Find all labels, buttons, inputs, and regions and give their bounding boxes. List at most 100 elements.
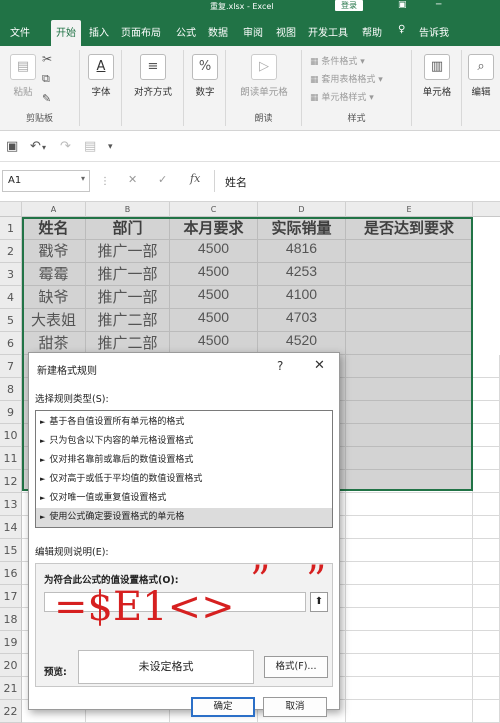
cell-styles-button[interactable]: ▦ 单元格样式 ▾: [310, 90, 374, 103]
table-header-cell[interactable]: 姓名: [22, 217, 86, 240]
grid-cell[interactable]: [346, 424, 473, 447]
table-header-cell[interactable]: 本月要求: [170, 217, 258, 240]
row-header[interactable]: 8: [0, 378, 22, 401]
undo-dropdown-icon[interactable]: ▾: [42, 143, 46, 152]
table-cell[interactable]: 缺爷: [22, 286, 86, 309]
row-header[interactable]: 14: [0, 516, 22, 539]
conditional-format-button[interactable]: ▦ 条件格式 ▾: [310, 54, 365, 67]
grid-cell[interactable]: [346, 493, 473, 516]
minimize-icon[interactable]: ─: [436, 0, 441, 10]
row-header[interactable]: 20: [0, 654, 22, 677]
grid-cell[interactable]: [473, 516, 500, 539]
row-header[interactable]: 5: [0, 309, 22, 332]
grid-cell[interactable]: [473, 700, 500, 723]
tab-developer[interactable]: 开发工具: [308, 24, 348, 39]
column-header[interactable]: B: [86, 202, 170, 217]
row-header[interactable]: 15: [0, 539, 22, 562]
paste-button[interactable]: ▤ 粘贴: [8, 54, 38, 98]
table-cell[interactable]: 4500: [170, 240, 258, 263]
row-header[interactable]: 7: [0, 355, 22, 378]
cancel-entry-icon[interactable]: ✕: [128, 173, 137, 186]
grid-cell[interactable]: [346, 470, 473, 493]
grid-cell[interactable]: [473, 654, 500, 677]
table-cell[interactable]: [346, 263, 473, 286]
table-cell[interactable]: [346, 286, 473, 309]
grid-cell[interactable]: [346, 700, 473, 723]
tab-review[interactable]: 审阅: [243, 24, 263, 39]
row-header[interactable]: 1: [0, 217, 22, 240]
grid-cell[interactable]: [346, 585, 473, 608]
tab-insert[interactable]: 插入: [89, 24, 109, 39]
format-button[interactable]: 格式(F)...: [264, 656, 328, 678]
undo-icon[interactable]: ↶: [30, 139, 41, 154]
row-header[interactable]: 12: [0, 470, 22, 493]
grid-cell[interactable]: [473, 539, 500, 562]
formula-input[interactable]: 姓名: [214, 170, 500, 192]
rule-type-item-selected[interactable]: ► 使用公式确定要设置格式的单元格: [36, 508, 332, 527]
rule-type-item[interactable]: ► 仅对高于或低于平均值的数值设置格式: [36, 470, 332, 489]
read-cells-button[interactable]: ▷ 朗读单元格: [232, 54, 296, 98]
alignment-button[interactable]: ≡ 对齐方式: [128, 54, 178, 98]
row-header[interactable]: 19: [0, 631, 22, 654]
table-cell[interactable]: 推广一部: [86, 286, 170, 309]
grid-cell[interactable]: [473, 562, 500, 585]
grid-cell[interactable]: [473, 470, 500, 493]
grid-cell[interactable]: [346, 677, 473, 700]
grid-cell[interactable]: [473, 401, 500, 424]
row-header[interactable]: 11: [0, 447, 22, 470]
grid-cell[interactable]: [346, 516, 473, 539]
grid-cell[interactable]: [473, 631, 500, 654]
table-cell[interactable]: 推广一部: [86, 240, 170, 263]
table-cell[interactable]: [346, 332, 473, 355]
tab-home[interactable]: 开始: [51, 20, 81, 46]
tab-data[interactable]: 数据: [208, 24, 228, 39]
number-button[interactable]: % 数字: [190, 54, 220, 98]
grid-cell[interactable]: [346, 631, 473, 654]
table-cell[interactable]: 霉霉: [22, 263, 86, 286]
column-header[interactable]: E: [346, 202, 473, 217]
row-header[interactable]: 3: [0, 263, 22, 286]
grid-cell[interactable]: [346, 562, 473, 585]
tab-tell-me[interactable]: 告诉我: [419, 24, 449, 39]
editing-button[interactable]: ⌕ 编辑: [466, 54, 496, 98]
grid-cell[interactable]: [473, 424, 500, 447]
grid-cell[interactable]: [473, 447, 500, 470]
table-cell[interactable]: 4500: [170, 286, 258, 309]
grid-cell[interactable]: [346, 654, 473, 677]
table-header-cell[interactable]: 实际销量: [258, 217, 346, 240]
format-painter-icon[interactable]: ✎: [42, 92, 51, 105]
row-header[interactable]: 9: [0, 401, 22, 424]
row-header[interactable]: 16: [0, 562, 22, 585]
grid-cell[interactable]: [473, 608, 500, 631]
ok-button[interactable]: 确定: [191, 697, 255, 717]
insert-function-icon[interactable]: fx: [190, 172, 200, 185]
close-icon[interactable]: ✕: [314, 358, 325, 373]
row-header[interactable]: 21: [0, 677, 22, 700]
tab-page-layout[interactable]: 页面布局: [121, 24, 161, 39]
table-cell[interactable]: 4100: [258, 286, 346, 309]
column-header[interactable]: C: [170, 202, 258, 217]
table-cell[interactable]: 4500: [170, 309, 258, 332]
grid-cell[interactable]: [473, 493, 500, 516]
table-cell[interactable]: 4816: [258, 240, 346, 263]
grid-cell[interactable]: [346, 608, 473, 631]
row-header[interactable]: 6: [0, 332, 22, 355]
lightbulb-icon[interactable]: ♀: [398, 24, 405, 35]
grid-cell[interactable]: [346, 447, 473, 470]
row-header[interactable]: 4: [0, 286, 22, 309]
grid-cell[interactable]: [346, 539, 473, 562]
name-box-dropdown-icon[interactable]: ▾: [81, 174, 85, 183]
row-header[interactable]: 17: [0, 585, 22, 608]
select-all-corner[interactable]: [0, 202, 22, 217]
table-cell[interactable]: 4703: [258, 309, 346, 332]
name-box[interactable]: A1 ▾: [2, 170, 90, 192]
login-button[interactable]: 登录: [335, 0, 363, 11]
grid-cell[interactable]: [346, 355, 473, 378]
tab-formulas[interactable]: 公式: [176, 24, 196, 39]
column-header[interactable]: A: [22, 202, 86, 217]
rule-type-item[interactable]: ► 只为包含以下内容的单元格设置格式: [36, 432, 332, 451]
redo-icon[interactable]: ↷: [60, 139, 71, 154]
confirm-entry-icon[interactable]: ✓: [158, 173, 167, 186]
table-header-cell[interactable]: 部门: [86, 217, 170, 240]
cancel-button[interactable]: 取消: [263, 697, 327, 717]
